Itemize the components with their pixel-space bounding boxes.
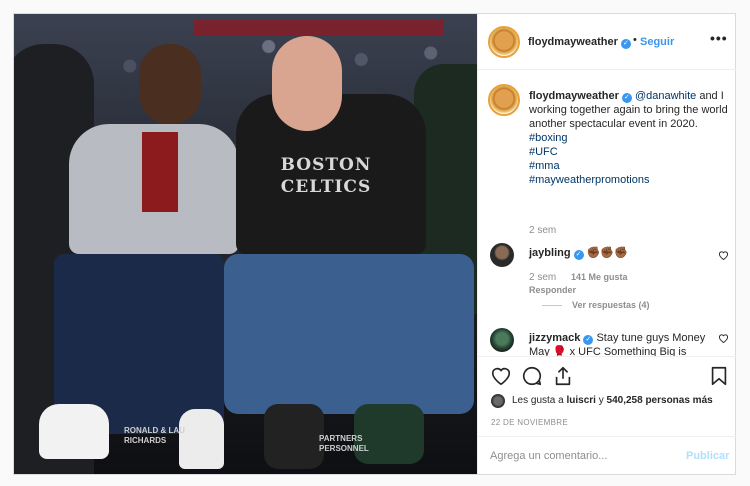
more-icon[interactable]: •••: [710, 30, 728, 46]
comment-time[interactable]: 2 sem: [529, 272, 556, 283]
floor-sign-right-line-1: PARTNERS: [319, 434, 363, 443]
caption-avatar[interactable]: [488, 84, 520, 116]
post-date[interactable]: 22 DE NOVIEMBRE: [491, 418, 568, 427]
comment-text: ✊🏾✊🏾✊🏾: [586, 247, 628, 259]
instagram-post: BOSTON CELTICS RONALD & LAU RICHARDS PAR…: [13, 13, 736, 475]
post-side-panel: floydmayweather ✓ • Seguir ••• floydmaywe…: [477, 14, 736, 474]
author-username[interactable]: floydmayweather ✓: [528, 36, 631, 49]
likes-summary: Les gusta a luiscri y 540,258 personas m…: [478, 392, 736, 412]
comment-body: jizzymack ✓ Stay tune guys Money May 🥊 x …: [529, 331, 709, 356]
add-comment-bar: Publicar: [478, 436, 736, 474]
post-header: floydmayweather ✓ • Seguir •••: [478, 14, 736, 70]
commenter-avatar[interactable]: [490, 328, 514, 352]
likes-count[interactable]: 540,258 personas más: [607, 395, 713, 406]
view-replies-button[interactable]: Ver respuestas (4): [542, 300, 650, 310]
floor-sign-left-line-2: RICHARDS: [124, 436, 167, 445]
comment-body: jaybling ✓ ✊🏾✊🏾✊🏾: [529, 246, 628, 260]
boxing-glove-icon: 🥊: [552, 346, 567, 356]
shirt-line-1: BOSTON: [280, 155, 372, 175]
floyd-shoe-right: [179, 409, 224, 469]
author-avatar[interactable]: [488, 26, 520, 58]
commenter-username[interactable]: jaybling ✓: [529, 247, 584, 260]
post-photo[interactable]: BOSTON CELTICS RONALD & LAU RICHARDS PAR…: [14, 14, 477, 474]
liker-avatar[interactable]: [491, 394, 505, 408]
commenter-avatar[interactable]: [490, 243, 514, 267]
floyd-head: [139, 44, 201, 124]
hashtag-link[interactable]: #UFC: [529, 145, 729, 159]
floyd-shirt: [142, 132, 178, 212]
caption-mention[interactable]: @danawhite: [635, 90, 696, 102]
comment-icon[interactable]: [521, 365, 543, 387]
floor-sign-right: PARTNERS PERSONNEL: [319, 434, 369, 454]
header-separator: •: [633, 34, 637, 46]
dana-head: [272, 36, 342, 131]
heart-icon[interactable]: [718, 250, 729, 260]
comment-meta: 2 sem 141 Me gusta: [529, 272, 628, 283]
floor-sign-left-line-1: RONALD & LAU: [124, 426, 185, 435]
hashtag-link[interactable]: #mma: [529, 159, 729, 173]
shirt-print: BOSTON CELTICS: [276, 154, 376, 198]
caption-username[interactable]: floydmayweather ✓: [529, 90, 632, 103]
hashtag-link[interactable]: #mayweatherpromotions: [529, 173, 729, 187]
floor-sign-right-line-2: PERSONNEL: [319, 444, 369, 453]
heart-icon[interactable]: [718, 333, 729, 343]
dana-shoe-left: [264, 404, 324, 469]
bookmark-icon[interactable]: [708, 365, 730, 387]
heart-icon[interactable]: [490, 365, 512, 387]
liker-username[interactable]: luiscri: [566, 395, 595, 406]
commenter-username[interactable]: jizzymack ✓: [529, 332, 594, 345]
verified-icon: ✓: [620, 39, 631, 49]
follow-button[interactable]: Seguir: [640, 36, 674, 48]
caption-time[interactable]: 2 sem: [529, 225, 556, 236]
replies-divider: [542, 305, 562, 307]
share-icon[interactable]: [552, 365, 574, 387]
floyd-shoe-left: [39, 404, 109, 459]
verified-icon: ✓: [583, 335, 594, 345]
publish-button[interactable]: Publicar: [686, 450, 729, 462]
floor-sign-left: RONALD & LAU RICHARDS: [124, 426, 185, 446]
comment-input[interactable]: [490, 447, 670, 465]
hashtag-link[interactable]: #boxing: [529, 131, 729, 145]
author-username-text[interactable]: floydmayweather: [528, 36, 618, 48]
action-bar: [478, 356, 736, 392]
dana-legs: [224, 254, 474, 414]
shirt-line-2: CELTICS: [280, 177, 372, 197]
verified-icon: ✓: [573, 250, 584, 260]
arena-banner: [194, 20, 444, 36]
likes-text: Les gusta a luiscri y 540,258 personas m…: [512, 395, 713, 406]
reply-button[interactable]: Responder: [529, 285, 576, 295]
comments-list[interactable]: floydmayweather ✓ @danawhite and I workin…: [478, 70, 736, 356]
comment-likes[interactable]: 141 Me gusta: [571, 272, 628, 282]
verified-icon: ✓: [621, 93, 632, 103]
caption-text: floydmayweather ✓ @danawhite and I workin…: [529, 89, 729, 187]
